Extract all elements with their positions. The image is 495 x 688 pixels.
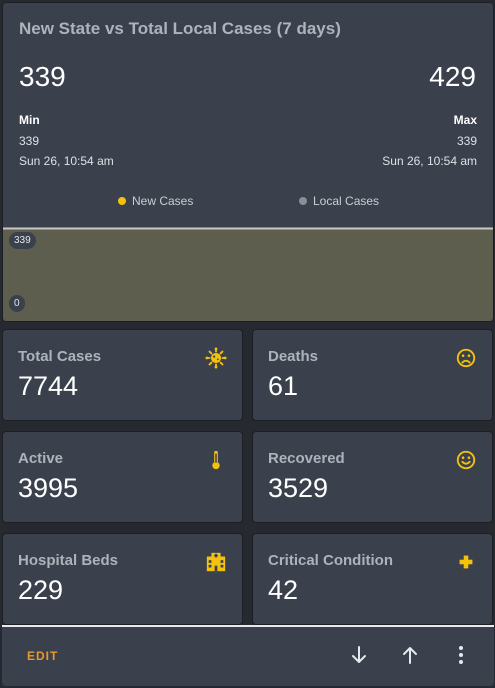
legend-label: New Cases: [132, 194, 194, 208]
min-time: Sun 26, 10:54 am: [19, 154, 114, 168]
tile-total-cases[interactable]: Total Cases 7744: [2, 329, 243, 421]
tile-recovered[interactable]: Recovered 3529: [252, 431, 493, 523]
tile-value: 3529: [268, 473, 329, 503]
max-value: 339: [456, 134, 477, 148]
tile-deaths[interactable]: Deaths 61: [252, 329, 493, 421]
tile-value: 229: [18, 575, 64, 605]
tile-label: Critical Condition: [268, 552, 393, 569]
hospital-icon: [206, 552, 226, 572]
virus-icon: [205, 347, 227, 369]
smile-face-icon: [456, 450, 476, 470]
legend-item-new-cases[interactable]: New Cases: [118, 194, 193, 208]
tile-value: 42: [268, 575, 299, 605]
tile-label: Recovered: [268, 450, 345, 467]
legend-label: Local Cases: [313, 194, 380, 208]
tile-label: Total Cases: [18, 348, 102, 365]
plus-icon: [459, 555, 473, 569]
arrow-down-icon[interactable]: [347, 643, 371, 667]
axis-min-label: 0: [9, 295, 25, 312]
min-label: Min: [19, 113, 40, 127]
legend-dot-icon: [118, 197, 126, 205]
axis-max-label: 339: [9, 232, 36, 249]
tile-critical-condition[interactable]: Critical Condition 42: [252, 533, 493, 625]
tile-hospital-beds[interactable]: Hospital Beds 229: [2, 533, 243, 625]
area-chart: [3, 227, 493, 321]
edit-button[interactable]: EDIT: [27, 649, 58, 663]
more-vertical-icon[interactable]: [449, 643, 473, 667]
max-time: Sun 26, 10:54 am: [382, 154, 477, 168]
thermometer-icon: [212, 450, 220, 470]
current-value-left: 339: [19, 61, 66, 92]
legend-item-local-cases[interactable]: Local Cases: [299, 194, 379, 208]
tile-value: 3995: [18, 473, 79, 503]
tile-value: 7744: [18, 371, 79, 401]
tile-label: Deaths: [268, 348, 319, 365]
chart-card: New State vs Total Local Cases (7 days) …: [2, 2, 494, 322]
tile-active[interactable]: Active 3995: [2, 431, 243, 523]
card-footer: EDIT: [2, 625, 494, 686]
arrow-up-icon[interactable]: [398, 643, 422, 667]
area-fill: [3, 229, 493, 321]
card-title: New State vs Total Local Cases (7 days): [19, 19, 341, 38]
tile-label: Active: [18, 450, 64, 467]
current-value-right: 429: [429, 61, 476, 92]
min-value: 339: [19, 134, 40, 148]
sad-face-icon: [456, 348, 476, 368]
tile-label: Hospital Beds: [18, 552, 119, 569]
max-label: Max: [453, 113, 477, 127]
legend-dot-icon: [299, 197, 307, 205]
tile-value: 61: [268, 371, 299, 401]
